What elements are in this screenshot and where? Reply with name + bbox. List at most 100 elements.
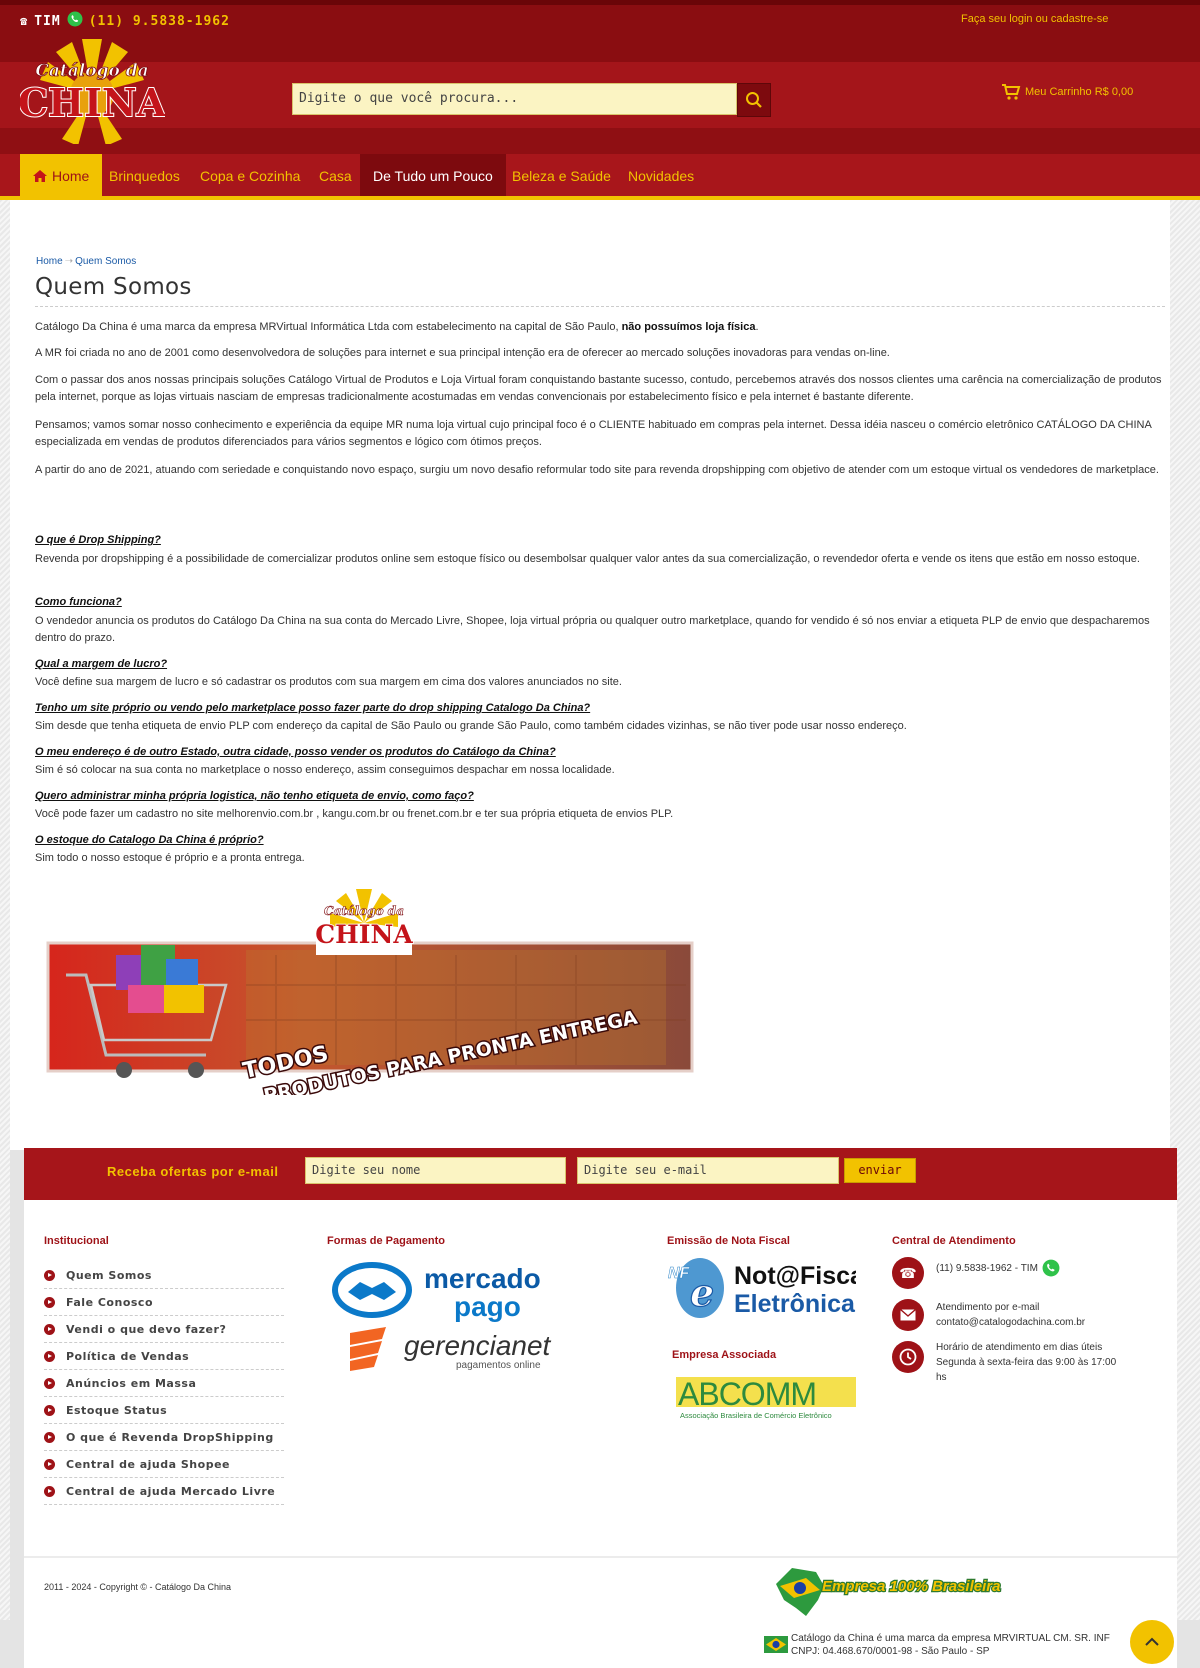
search-icon [746,92,762,108]
footer-link-label: Política de Vendas [66,1349,190,1363]
breadcrumb-current[interactable]: Quem Somos [75,256,136,267]
footer-link-quem-somos[interactable]: Quem Somos [44,1262,284,1289]
nav-home[interactable]: Home [20,154,103,198]
nav-beleza-saude[interactable]: Beleza e Saúde [499,154,624,198]
footer-link-politica-vendas[interactable]: Política de Vendas [44,1343,284,1370]
page-title: Quem Somos [35,274,192,300]
company-info-line: Catálogo da China é uma marca da empresa… [791,1633,1110,1644]
email-icon [892,1299,924,1331]
intro-bold: não possuímos loja física [621,321,756,333]
footer-link-ajuda-shopee[interactable]: Central de ajuda Shopee [44,1451,284,1478]
nav-copa-cozinha[interactable]: Copa e Cozinha [187,154,313,198]
home-icon [33,170,47,182]
hours-line: Segunda à sexta-feira das 9:00 às 17:00 [936,1357,1117,1368]
svg-text:gerencianet: gerencianet [404,1330,552,1361]
header-phone[interactable]: ☎ TIM (11) 9.5838-1962 [20,11,230,31]
breadcrumb-home[interactable]: Home [36,256,63,267]
bullet-arrow-icon [44,1350,55,1362]
footer-nota-title: Emissão de Nota Fiscal [667,1235,790,1247]
faq-question: Tenho um site próprio ou vendo pelo mark… [35,702,591,714]
footer-link-vendi[interactable]: Vendi o que devo fazer? [44,1316,284,1343]
gerencianet-logo: gerencianet pagamentos online [346,1325,556,1373]
header-lower [0,128,1200,154]
left-stripe [0,200,10,1620]
contact-email[interactable]: Atendimento por e-mail contato@catalogod… [936,1300,1085,1330]
search-input[interactable]: Digite o que você procura... [292,83,737,115]
contact-hours: Horário de atendimento em dias úteis Seg… [936,1340,1116,1385]
nav-home-label: Home [52,168,90,184]
paragraph-3: Com o passar dos anos nossas principais … [35,374,1162,403]
footer-link-anuncios-massa[interactable]: Anúncios em Massa [44,1370,284,1397]
svg-text:pago: pago [454,1291,521,1322]
cart-label: Meu Carrinho R$ 0,00 [1025,86,1134,98]
footer-link-label: Vendi o que devo fazer? [66,1322,227,1336]
clock-icon [892,1341,924,1373]
footer-link-label: Quem Somos [66,1268,152,1282]
mercado-pago-logo: mercado pago [330,1258,560,1322]
faq-answer: Sim todo o nosso estoque é próprio e a p… [35,852,305,864]
bullet-arrow-icon [44,1269,55,1281]
bullet-arrow-icon [44,1377,55,1389]
nav-de-tudo-um-pouco[interactable]: De Tudo um Pouco [360,154,506,198]
nav-brinquedos[interactable]: Brinquedos [96,154,193,198]
svg-text:CHINA: CHINA [20,80,165,125]
svg-text:ABCOMM: ABCOMM [678,1376,816,1412]
intro-paragraph: Catálogo Da China é uma marca da empresa… [35,319,1165,336]
nav-casa[interactable]: Casa [306,154,365,198]
faq-question: Quero administrar minha própria logistic… [35,790,474,802]
whatsapp-icon [1042,1259,1060,1277]
footer-link-ajuda-mercado-livre[interactable]: Central de ajuda Mercado Livre [44,1478,284,1505]
faq-question: O meu endereço é de outro Estado, outra … [35,746,556,758]
whatsapp-icon [67,11,83,31]
cart-icon [1002,84,1021,100]
faq-answer: Sim é só colocar na sua conta no marketp… [35,764,615,776]
hours-line: hs [936,1372,947,1383]
footer-empresa-title: Empresa Associada [672,1349,777,1361]
bullet-arrow-icon [44,1458,55,1470]
nav-novidades[interactable]: Novidades [615,154,707,198]
search-button[interactable] [737,83,771,117]
carrier-label: TIM [34,13,61,29]
scroll-to-top-button[interactable] [1130,1620,1174,1664]
breadcrumb-arrow-icon: ➝ [64,256,74,267]
faq-answer: Revenda por dropshipping é a possibilida… [35,553,1140,565]
svg-text:Catálogo da: Catálogo da [324,904,404,918]
contact-phone-text: (11) 9.5838-1962 - TIM [936,1262,1038,1274]
footer-link-fale-conosco[interactable]: Fale Conosco [44,1289,284,1316]
intro-text: Catálogo Da China é uma marca da empresa… [35,321,622,333]
faq-answer: O vendedor anuncia os produtos do Catálo… [35,615,1150,644]
hours-line: Horário de atendimento em dias úteis [936,1342,1103,1353]
newsletter-submit-button[interactable]: enviar [844,1158,916,1183]
newsletter-email-input[interactable]: Digite seu e-mail [577,1157,839,1184]
newsletter-label: Receba ofertas por e-mail [107,1164,279,1179]
bullet-arrow-icon [44,1485,55,1497]
faq-question: O estoque do Catalogo Da China é próprio… [35,834,264,846]
svg-text:Catálogo da: Catálogo da [35,61,148,81]
login-link[interactable]: Faça seu login ou cadastre-se [961,13,1108,25]
nota-fiscal-logo: NF e Not@Fiscal Eletrônica [666,1254,871,1322]
bullet-arrow-icon [44,1431,55,1443]
footer-institucional-list: Quem Somos Fale Conosco Vendi o que devo… [44,1262,284,1505]
site-logo[interactable]: Catálogo da CHINA [17,36,168,146]
company-info: Catálogo da China é uma marca da empresa… [791,1632,1110,1658]
intro-period: . [755,321,759,333]
contact-phone[interactable]: (11) 9.5838-1962 - TIM [936,1259,1060,1277]
svg-text:Empresa 100% Brasileira: Empresa 100% Brasileira [822,1578,1000,1595]
cart-link[interactable]: Meu Carrinho R$ 0,00 [1001,83,1133,101]
svg-text:pagamentos online: pagamentos online [456,1360,541,1371]
svg-text:NF: NF [668,1265,691,1282]
phone-icon: ☎ [892,1257,924,1289]
phone-number: (11) 9.5838-1962 [88,13,230,29]
svg-text:Associação Brasileira de Comér: Associação Brasileira de Comércio Eletrô… [680,1411,832,1420]
faq-question: Qual a margem de lucro? [35,658,168,670]
footer-link-label: Fale Conosco [66,1295,153,1309]
svg-text:e: e [690,1270,714,1315]
footer-link-estoque-status[interactable]: Estoque Status [44,1397,284,1424]
footer-link-dropshipping[interactable]: O que é Revenda DropShipping [44,1424,284,1451]
chevron-up-icon [1145,1637,1159,1646]
faq-question: O que é Drop Shipping? [35,534,161,546]
faq-answer: Sim desde que tenha etiqueta de envio PL… [35,720,907,732]
title-divider [35,306,1165,307]
newsletter-name-input[interactable]: Digite seu nome [305,1157,566,1184]
bullet-arrow-icon [44,1404,55,1416]
